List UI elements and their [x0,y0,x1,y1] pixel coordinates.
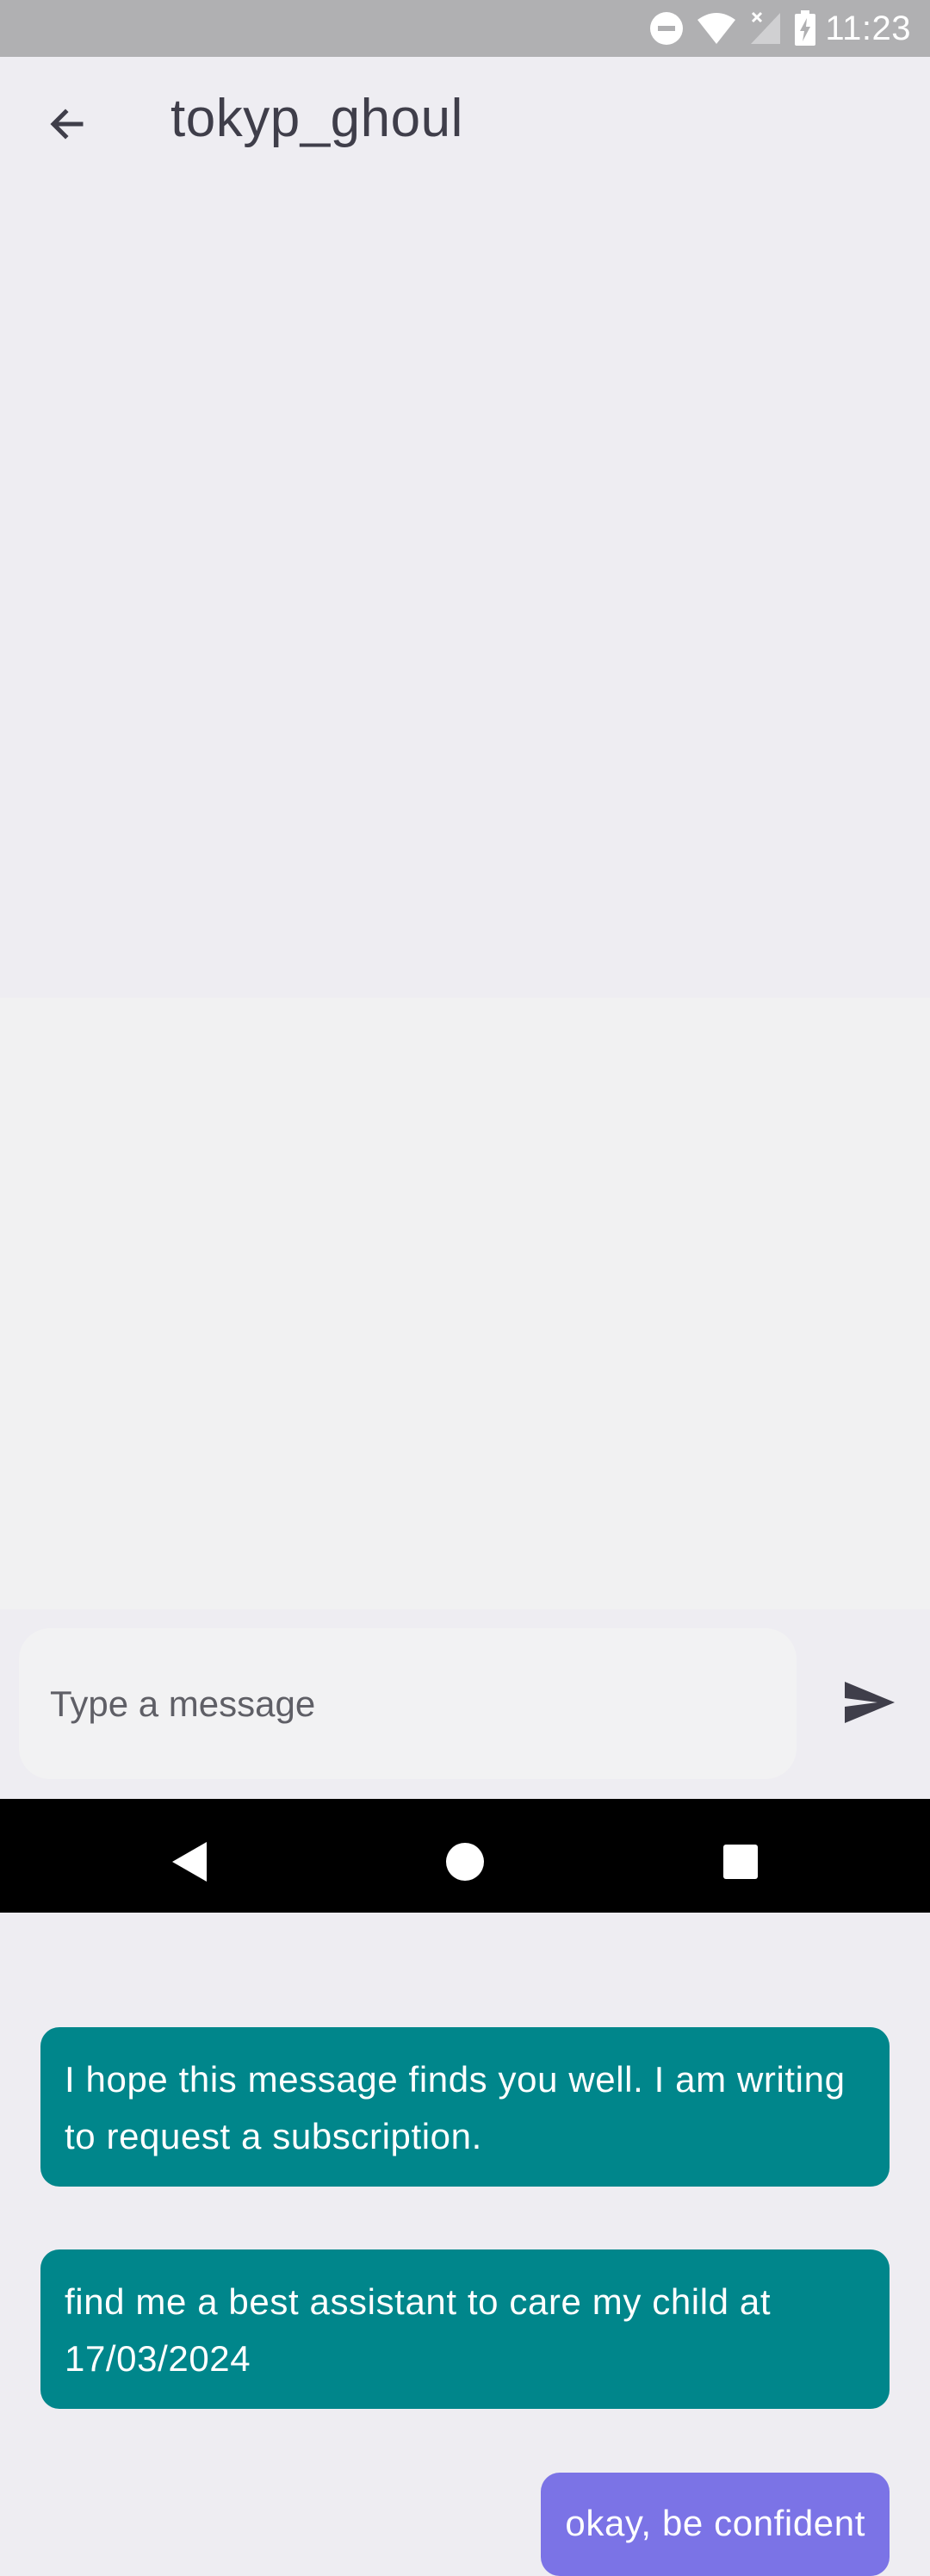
back-button[interactable] [33,91,102,160]
outgoing-message-bubble[interactable]: okay, be confident [541,2473,890,2576]
battery-charging-icon [794,10,816,47]
wifi-icon [696,11,737,46]
message-composer [0,1609,930,1799]
empty-chat-space [0,188,930,998]
incoming-message-bubble[interactable]: I hope this message finds you well. I am… [40,2027,890,2187]
message-input-container[interactable] [19,1628,797,1779]
nav-recents-icon [722,1844,759,1884]
send-button[interactable] [818,1652,921,1756]
message-list[interactable]: I hope this message finds you well. I am… [0,998,930,2576]
nav-back-button[interactable] [151,1825,228,1902]
status-bar: 11:23 [0,0,930,57]
do-not-disturb-icon [649,11,684,46]
incoming-message-bubble[interactable]: find me a best assistant to care my chil… [40,2249,890,2409]
no-signal-icon [749,11,782,46]
app-bar: tokyp_ghoul [0,57,930,188]
message-input[interactable] [48,1682,797,1726]
status-time: 11:23 [825,9,911,47]
status-icons [649,10,816,47]
chat-title: tokyp_ghoul [170,89,463,148]
send-icon [843,1680,896,1729]
nav-back-icon [170,1840,208,1888]
nav-home-icon [445,1842,485,1886]
nav-home-button[interactable] [426,1825,504,1902]
arrow-left-icon [46,103,88,149]
system-nav-bar [0,1799,930,1913]
nav-recents-button[interactable] [702,1825,779,1902]
